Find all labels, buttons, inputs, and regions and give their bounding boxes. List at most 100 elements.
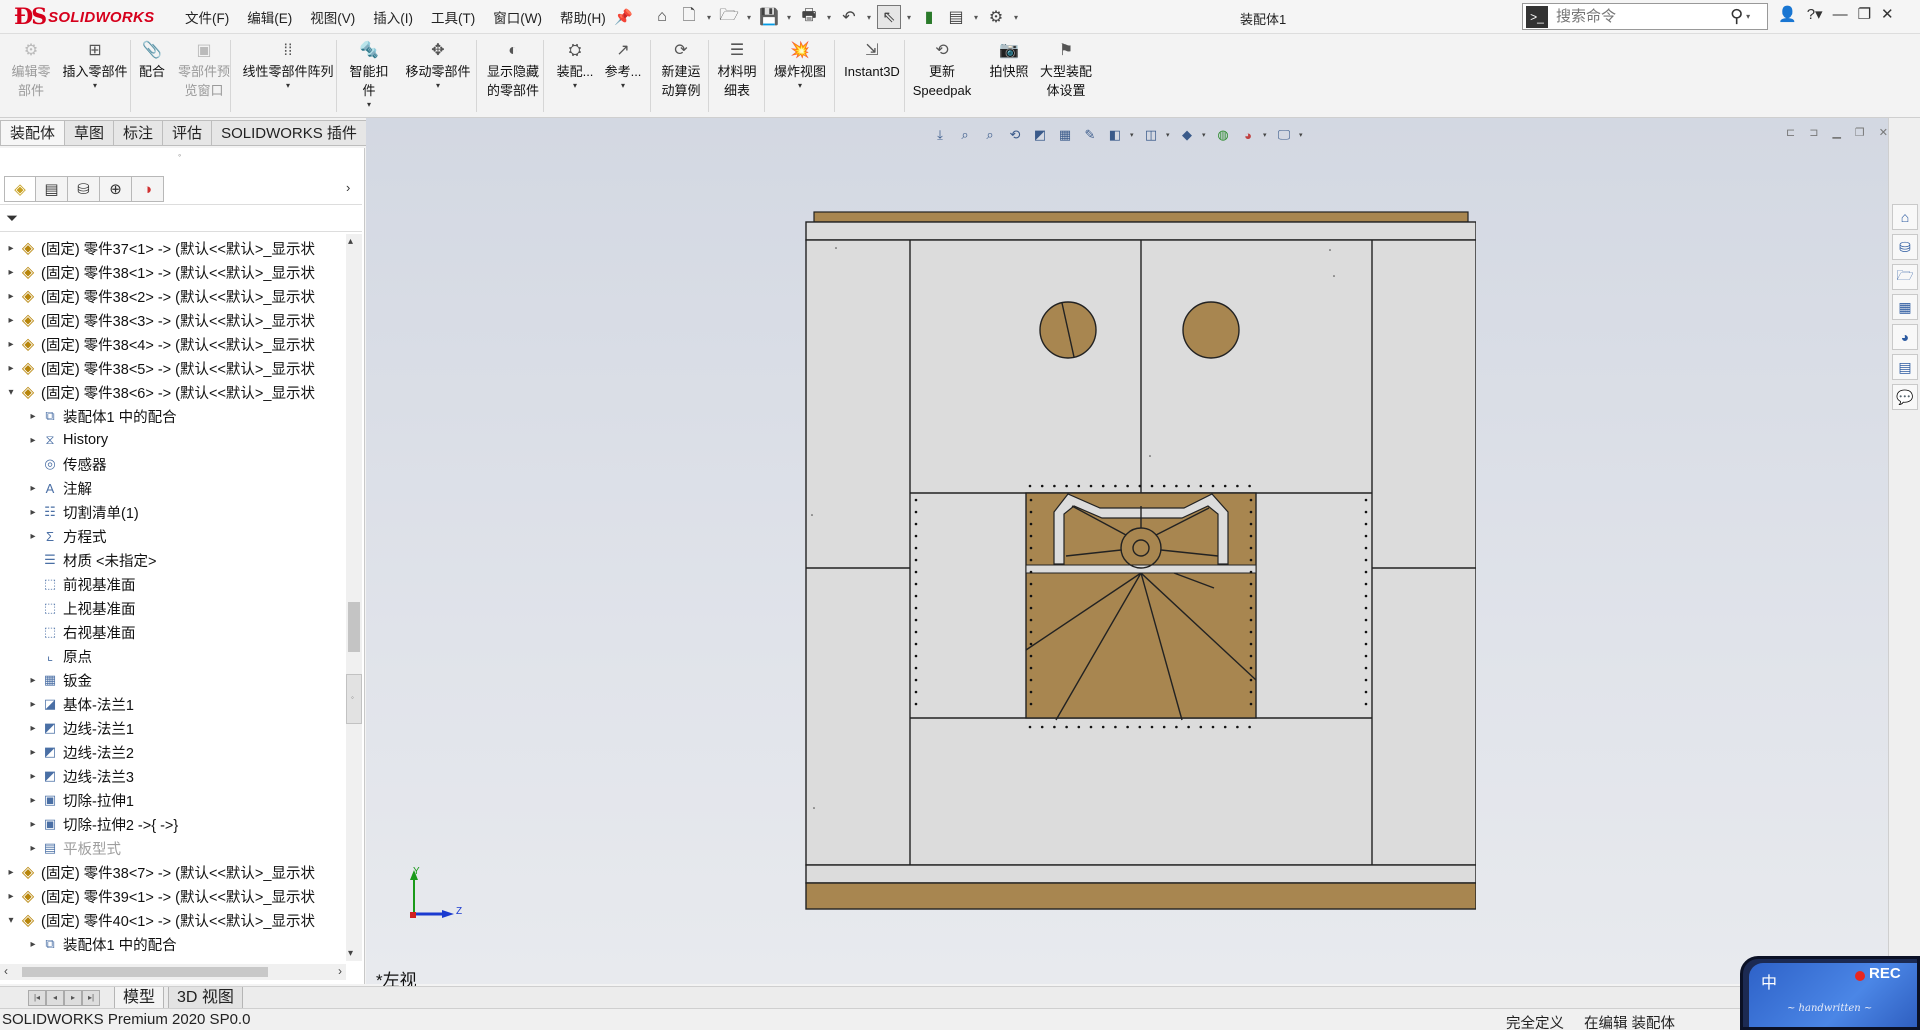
- dropdown-arrow-icon[interactable]: ▾: [771, 81, 829, 91]
- expand-arrow-icon[interactable]: ▸: [26, 723, 40, 734]
- expand-arrow-icon[interactable]: ▸: [4, 267, 18, 278]
- tree-component[interactable]: ▸ ◈ (固定) 零件38<2> -> (默认<<默认>_显示状: [0, 284, 314, 308]
- ribbon-button-snapshot[interactable]: 📷 拍快照: [987, 42, 1031, 81]
- dropdown-arrow-icon[interactable]: ▾: [347, 100, 391, 110]
- tab-command-1[interactable]: 草图: [65, 120, 115, 146]
- undo-icon[interactable]: ↶: [837, 5, 861, 29]
- traffic-light-icon[interactable]: ▮: [917, 5, 941, 29]
- viewport-close-icon[interactable]: ✕: [1879, 126, 1888, 139]
- display-style-dropdown-icon[interactable]: ▾: [1130, 131, 1136, 139]
- tree-feature[interactable]: ⌞ 原点: [0, 644, 92, 668]
- forum-icon[interactable]: 💬: [1892, 384, 1918, 410]
- command-search[interactable]: >_ ⚲ ▾: [1522, 3, 1768, 30]
- ribbon-button-large-assembly[interactable]: ⚑ 大型装配 体设置: [1036, 42, 1096, 100]
- ribbon-button-show-hidden[interactable]: ◐ 显示隐藏 的零部件: [483, 42, 543, 100]
- select-dropdown-icon[interactable]: ▾: [904, 13, 914, 22]
- collapse-arrow-icon[interactable]: ▾: [4, 915, 18, 926]
- scene-dropdown-icon[interactable]: ▾: [1263, 131, 1269, 139]
- viewport-restore-icon[interactable]: ❐: [1855, 126, 1865, 139]
- solidworks-logo[interactable]: ƉS SOLIDWORKS: [14, 4, 154, 30]
- viewport-next-icon[interactable]: ⊐: [1809, 126, 1818, 139]
- tree-component[interactable]: ▸ ◈ (固定) 零件39<1> -> (默认<<默认>_显示状: [0, 884, 314, 908]
- expand-arrow-icon[interactable]: ▸: [26, 699, 40, 710]
- expand-arrow-icon[interactable]: ▸: [4, 363, 18, 374]
- pin-menu-icon[interactable]: 📌: [614, 8, 633, 26]
- expand-arrow-icon[interactable]: ▸: [26, 843, 40, 854]
- appearances-scenes-icon[interactable]: ◕: [1892, 324, 1918, 350]
- undo-dropdown-icon[interactable]: ▾: [864, 13, 874, 22]
- ribbon-button-exploded-view[interactable]: 💥 爆炸视图 ▾: [771, 42, 829, 91]
- tab-command-2[interactable]: 标注: [114, 120, 164, 146]
- section-view-icon[interactable]: ◩: [1030, 125, 1050, 145]
- save-icon[interactable]: 💾: [757, 5, 781, 29]
- file-properties-icon[interactable]: ▤: [944, 5, 968, 29]
- scroll-right-icon[interactable]: ›: [338, 964, 342, 978]
- menu-item-2[interactable]: 视图(V): [301, 7, 364, 27]
- last-tab-icon[interactable]: ▸|: [82, 990, 100, 1006]
- tree-filter[interactable]: ⏷: [0, 204, 362, 232]
- monitor-dropdown-icon[interactable]: ▾: [1299, 131, 1305, 139]
- help-icon[interactable]: ?▾: [1807, 5, 1823, 23]
- minimize-icon[interactable]: —: [1833, 6, 1848, 23]
- zoom-to-area-icon[interactable]: ⌕: [980, 125, 1000, 145]
- prev-tab-icon[interactable]: ◂: [46, 990, 64, 1006]
- tree-feature[interactable]: ▸ ▣ 切除-拉伸2 ->{ ->}: [0, 812, 178, 836]
- hide-show-items-icon[interactable]: ◫: [1141, 125, 1161, 145]
- user-account-icon[interactable]: 👤: [1778, 5, 1797, 23]
- close-icon[interactable]: ✕: [1881, 5, 1894, 23]
- expand-arrow-icon[interactable]: ▸: [4, 315, 18, 326]
- tree-component[interactable]: ▸ ◈ (固定) 零件38<7> -> (默认<<默认>_显示状: [0, 860, 314, 884]
- tree-feature[interactable]: ▸ ◩ 边线-法兰2: [0, 740, 133, 764]
- tab-command-3[interactable]: 评估: [163, 120, 213, 146]
- tree-component[interactable]: ▾ ◈ (固定) 零件38<6> -> (默认<<默认>_显示状: [0, 380, 314, 404]
- tab-command-0[interactable]: 装配体: [0, 120, 66, 146]
- menu-item-0[interactable]: 文件(F): [176, 7, 238, 27]
- tree-component[interactable]: ▸ ◈ (固定) 零件38<4> -> (默认<<默认>_显示状: [0, 332, 314, 356]
- tree-feature[interactable]: ◎ 传感器: [0, 452, 106, 476]
- tree-feature[interactable]: ⬚ 上视基准面: [0, 596, 136, 620]
- print-icon[interactable]: 🖶: [797, 5, 821, 29]
- ribbon-button-mate[interactable]: 📎 配合: [137, 42, 167, 81]
- assembly-model-left-view[interactable]: [804, 210, 1476, 910]
- horizontal-scroll-thumb[interactable]: [22, 967, 268, 977]
- dropdown-arrow-icon[interactable]: ▾: [603, 81, 643, 91]
- hide-show-dropdown-icon[interactable]: ▾: [1166, 131, 1172, 139]
- tree-feature[interactable]: ▸ A 注解: [0, 476, 92, 500]
- dynamic-annotation-icon[interactable]: ▦: [1055, 125, 1075, 145]
- configuration-manager-tab-icon[interactable]: ⛁: [68, 176, 100, 202]
- dimxpert-manager-tab-icon[interactable]: ⊕: [100, 176, 132, 202]
- tree-component[interactable]: ▸ ◈ (固定) 零件38<1> -> (默认<<默认>_显示状: [0, 260, 314, 284]
- tree-vertical-scrollbar[interactable]: ▴ ▾: [346, 234, 362, 961]
- search-input[interactable]: [1556, 8, 1726, 25]
- tree-feature[interactable]: ▸ ⧖ History: [0, 428, 108, 452]
- tree-component[interactable]: ▸ ◈ (固定) 零件38<3> -> (默认<<默认>_显示状: [0, 308, 314, 332]
- panel-collapse-icon[interactable]: ◦: [178, 150, 181, 160]
- menu-item-3[interactable]: 插入(I): [364, 7, 422, 27]
- dropdown-arrow-icon[interactable]: ▾: [238, 81, 338, 91]
- tree-feature[interactable]: ▸ Σ 方程式: [0, 524, 106, 548]
- tree-feature[interactable]: ▸ ◩ 边线-法兰3: [0, 764, 133, 788]
- expand-arrow-icon[interactable]: ▸: [4, 891, 18, 902]
- display-manager-tab-icon[interactable]: ◑: [132, 176, 164, 202]
- tree-feature[interactable]: ▸ ▣ 切除-拉伸1: [0, 788, 133, 812]
- expand-arrow-icon[interactable]: ▸: [26, 507, 40, 518]
- ribbon-button-assembly-feature[interactable]: ⛭ 装配... ▾: [555, 42, 595, 91]
- scroll-left-icon[interactable]: ‹: [4, 964, 8, 978]
- display-style-icon[interactable]: ◧: [1105, 125, 1125, 145]
- solidworks-resources-icon[interactable]: ⌂: [1892, 204, 1918, 230]
- expand-arrow-icon[interactable]: ▸: [4, 867, 18, 878]
- expand-arrow-icon[interactable]: ▸: [26, 939, 40, 950]
- new-dropdown-icon[interactable]: ▾: [704, 13, 714, 22]
- properties-dropdown-icon[interactable]: ▾: [971, 13, 981, 22]
- tree-feature[interactable]: ▸ ◪ 基体-法兰1: [0, 692, 133, 716]
- panel-splitter[interactable]: ◦: [346, 674, 362, 724]
- tree-component[interactable]: ▸ ◈ (固定) 零件38<5> -> (默认<<默认>_显示状: [0, 356, 314, 380]
- tab-3d-views[interactable]: 3D 视图: [168, 987, 243, 1009]
- ribbon-button-move-component[interactable]: ✥ 移动零部件 ▾: [400, 42, 476, 91]
- tree-feature[interactable]: ☰ 材质 <未指定>: [0, 548, 156, 572]
- expand-arrow-icon[interactable]: ▸: [4, 339, 18, 350]
- previous-view-icon[interactable]: ⟲: [1005, 125, 1025, 145]
- tree-feature[interactable]: ▸ ▤ 平板型式: [0, 836, 121, 860]
- ribbon-button-linear-pattern[interactable]: ⁞⁞ 线性零部件阵列 ▾: [238, 42, 338, 91]
- expand-arrow-icon[interactable]: ▸: [4, 243, 18, 254]
